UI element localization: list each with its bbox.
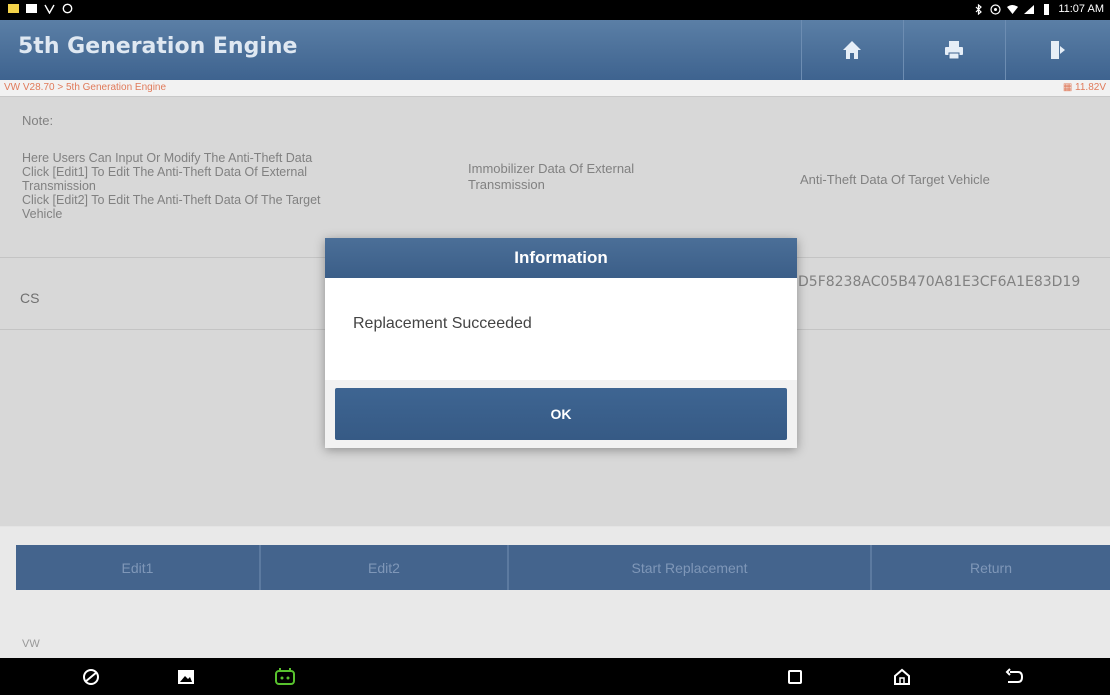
- home-icon: [843, 41, 861, 59]
- page-title: 5th Generation Engine: [18, 34, 298, 59]
- back-icon: [1005, 668, 1024, 683]
- sync-icon: [62, 3, 73, 14]
- action-bar: Edit1 Edit2 Start Replacement Return: [16, 545, 1110, 590]
- back-button[interactable]: [1003, 666, 1025, 688]
- gallery-icon: [178, 670, 194, 684]
- signal-icon: [1024, 4, 1035, 14]
- print-icon: [945, 41, 963, 60]
- nfc-icon: [990, 3, 1001, 15]
- battery-icon: [1044, 3, 1050, 15]
- notification-icon: [8, 4, 19, 13]
- message-icon: [26, 4, 37, 13]
- navigation-bar: [0, 658, 1110, 695]
- vci-icon: [275, 668, 295, 685]
- battery-voltage: ▦ 11.82V: [1063, 82, 1106, 93]
- home-nav-button[interactable]: [891, 666, 913, 688]
- vci-button[interactable]: [274, 666, 296, 688]
- header-bar: 5th Generation Engine: [0, 20, 1110, 80]
- breadcrumb-bar: VW V28.70 > 5th Generation Engine ▦ 11.8…: [0, 80, 1110, 97]
- browser-button[interactable]: [80, 666, 102, 688]
- edit2-button[interactable]: Edit2: [261, 545, 509, 590]
- dialog-title: Information: [325, 238, 797, 278]
- return-button[interactable]: Return: [872, 545, 1110, 590]
- start-replacement-button[interactable]: Start Replacement: [509, 545, 872, 590]
- bluetooth-icon: [975, 3, 983, 15]
- status-bar: 11:07 AM: [0, 0, 1110, 20]
- exit-button[interactable]: [1005, 20, 1110, 80]
- recents-button[interactable]: [784, 666, 806, 688]
- browser-icon: [83, 669, 99, 685]
- dialog-message: Replacement Succeeded: [353, 315, 532, 332]
- print-button[interactable]: [903, 20, 1004, 80]
- gallery-button[interactable]: [175, 666, 197, 688]
- brand-label: VW: [22, 638, 40, 650]
- voltage-value: 11.82V: [1075, 82, 1106, 93]
- edit1-button[interactable]: Edit1: [16, 545, 261, 590]
- exit-icon: [1050, 41, 1065, 59]
- wifi-icon: [1007, 4, 1019, 14]
- status-time: 11:07 AM: [1058, 3, 1104, 15]
- recents-icon: [788, 670, 802, 684]
- voltage-icon: ▦: [1062, 82, 1073, 93]
- home-nav-icon: [894, 668, 910, 685]
- breadcrumb: VW V28.70 > 5th Generation Engine: [4, 82, 167, 93]
- ok-button[interactable]: OK: [335, 388, 787, 440]
- information-dialog: Information Replacement Succeeded OK: [325, 238, 797, 448]
- dialog-footer: OK: [325, 380, 797, 448]
- home-button[interactable]: [801, 20, 902, 80]
- vpn-icon: [44, 4, 55, 14]
